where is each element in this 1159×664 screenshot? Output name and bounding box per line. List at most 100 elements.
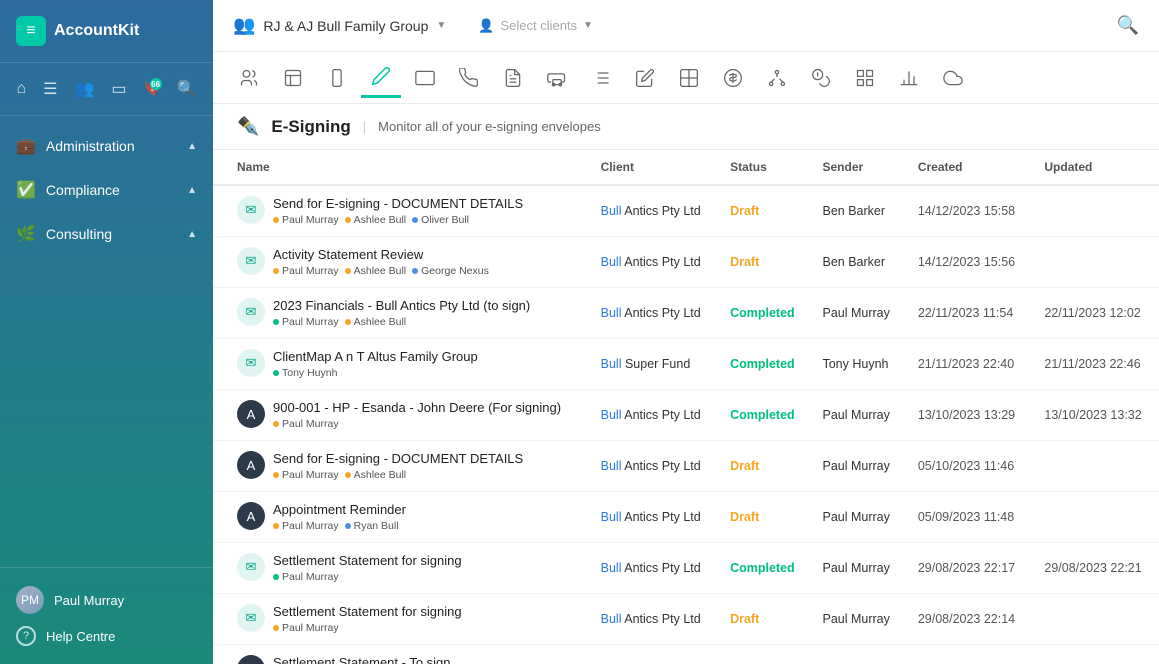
cell-name: A Send for E-signing - DOCUMENT DETAILS … [213, 441, 589, 492]
toolbar-esigning[interactable] [361, 58, 401, 98]
cell-updated [1032, 237, 1159, 288]
cell-updated: 29/08/2023 22:21 [1032, 543, 1159, 594]
user-profile[interactable]: PM Paul Murray [16, 580, 197, 620]
esigning-table: Name Client Status Sender Created Update… [213, 150, 1159, 664]
client-selector[interactable]: 👤 Select clients ▼ [478, 18, 593, 34]
toolbar-cloud[interactable] [933, 58, 973, 98]
toolbar-entity[interactable] [273, 58, 313, 98]
toolbar-people[interactable] [229, 58, 269, 98]
cell-name: ✉ Activity Statement Review Paul Murray … [213, 237, 589, 288]
table-row[interactable]: A 900-001 - HP - Esanda - John Deere (Fo… [213, 390, 1159, 441]
col-created: Created [906, 150, 1033, 185]
table-row[interactable]: A Send for E-signing - DOCUMENT DETAILS … [213, 441, 1159, 492]
toolbar-wallet[interactable] [405, 58, 445, 98]
row-icon: ✉ [237, 298, 265, 326]
toolbar-car[interactable] [537, 58, 577, 98]
table-row[interactable]: ✉ Settlement Statement for signing Paul … [213, 594, 1159, 645]
table-row[interactable]: A Settlement Statement - To sign Paul Mu… [213, 645, 1159, 664]
table-row[interactable]: ✉ 2023 Financials - Bull Antics Pty Ltd … [213, 288, 1159, 339]
cell-sender: Tony Huynh [810, 339, 905, 390]
table-row[interactable]: A Appointment Reminder Paul Murray Ryan … [213, 492, 1159, 543]
tag-dot [345, 319, 351, 325]
toolbar-dollar[interactable] [713, 58, 753, 98]
cell-status: Completed [718, 288, 810, 339]
toolbar-grid[interactable] [845, 58, 885, 98]
toolbar-mobile[interactable] [317, 58, 357, 98]
topbar-right: 🔍 [1117, 15, 1139, 36]
cell-name: ✉ Settlement Statement for signing Paul … [213, 543, 589, 594]
help-centre[interactable]: ? Help Centre [16, 620, 197, 652]
toolbar-task[interactable] [493, 58, 533, 98]
toolbar-hierarchy[interactable] [757, 58, 797, 98]
icon-toolbar [213, 52, 1159, 104]
cell-status: Draft [718, 185, 810, 237]
sidebar-item-compliance-label: Compliance [46, 182, 120, 198]
tag-label: Ryan Bull [354, 520, 399, 532]
cell-client: Bull Super Fund [589, 339, 718, 390]
sidebar-nav-icons: ⌂ ☰ 👥 ▭ 🔖 66 🔍 [0, 63, 213, 116]
page-subtitle: Monitor all of your e-signing envelopes [378, 119, 601, 134]
row-icon: ✉ [237, 604, 265, 632]
tag: Ashlee Bull [345, 469, 407, 481]
client-dropdown-arrow: ▼ [583, 20, 593, 31]
row-title: Settlement Statement - To sign [273, 655, 451, 664]
table-row[interactable]: ✉ Send for E-signing - DOCUMENT DETAILS … [213, 185, 1159, 237]
tag-dot [345, 523, 351, 529]
toolbar-table2[interactable] [669, 58, 709, 98]
tag-dot [273, 574, 279, 580]
client-placeholder: Select clients [500, 18, 577, 33]
topbar: 👥 RJ & AJ Bull Family Group ▼ 👤 Select c… [213, 0, 1159, 52]
row-title: 2023 Financials - Bull Antics Pty Ltd (t… [273, 298, 530, 313]
cell-client: Bull Antics Pty Ltd [589, 185, 718, 237]
badge-icon[interactable]: 🔖 66 [139, 76, 163, 102]
sidebar-item-consulting[interactable]: 🌿 Consulting ▲ [0, 212, 213, 256]
toolbar-coins[interactable] [801, 58, 841, 98]
sidebar-item-administration-label: Administration [46, 138, 135, 154]
group-selector[interactable]: 👥 RJ & AJ Bull Family Group ▼ [233, 15, 446, 36]
toolbar-list[interactable] [581, 58, 621, 98]
tag: Paul Murray [273, 316, 339, 328]
tag-dot [345, 217, 351, 223]
tablet-icon[interactable]: ▭ [107, 75, 130, 103]
cell-status: Draft [718, 492, 810, 543]
topbar-search-icon[interactable]: 🔍 [1117, 15, 1139, 35]
home-icon[interactable]: ⌂ [12, 76, 30, 102]
toolbar-chart[interactable] [889, 58, 929, 98]
avatar: PM [16, 586, 44, 614]
cell-client: Bull Antics Pty Ltd [589, 441, 718, 492]
list-icon[interactable]: ☰ [39, 75, 61, 103]
tag-dot [345, 268, 351, 274]
toolbar-edit[interactable] [625, 58, 665, 98]
tag: Paul Murray [273, 265, 339, 277]
sidebar-item-compliance[interactable]: ✅ Compliance ▲ [0, 168, 213, 212]
cell-created: 29/08/2023 22:14 [906, 594, 1033, 645]
people-icon[interactable]: 👥 [70, 75, 98, 103]
tag-dot [273, 319, 279, 325]
cell-updated [1032, 492, 1159, 543]
row-title: Send for E-signing - DOCUMENT DETAILS [273, 196, 523, 211]
compliance-icon: ✅ [16, 180, 36, 200]
tag-label: Ashlee Bull [354, 316, 407, 328]
tag-label: Oliver Bull [421, 214, 469, 226]
row-icon: A [237, 502, 265, 530]
tag-dot [273, 472, 279, 478]
table-row[interactable]: ✉ ClientMap A n T Altus Family Group Ton… [213, 339, 1159, 390]
cell-client: Bull Antics Pty Ltd [589, 492, 718, 543]
tag-label: Ashlee Bull [354, 265, 407, 277]
tag-dot [273, 268, 279, 274]
cell-created: 29/08/2023 22:09 [906, 645, 1033, 664]
help-label: Help Centre [46, 629, 115, 644]
toolbar-phone[interactable] [449, 58, 489, 98]
table-row[interactable]: ✉ Settlement Statement for signing Paul … [213, 543, 1159, 594]
cell-sender: Ben Barker [810, 185, 905, 237]
user-name: Paul Murray [54, 593, 124, 608]
table-row[interactable]: ✉ Activity Statement Review Paul Murray … [213, 237, 1159, 288]
cell-updated: 22/11/2023 12:02 [1032, 288, 1159, 339]
sidebar-item-administration[interactable]: 💼 Administration ▲ [0, 124, 213, 168]
app-name: AccountKit [54, 22, 139, 40]
cell-status: Completed [718, 390, 810, 441]
cell-updated [1032, 594, 1159, 645]
tag-dot [345, 472, 351, 478]
sidebar-footer: PM Paul Murray ? Help Centre [0, 567, 213, 664]
search-icon[interactable]: 🔍 [173, 75, 201, 103]
